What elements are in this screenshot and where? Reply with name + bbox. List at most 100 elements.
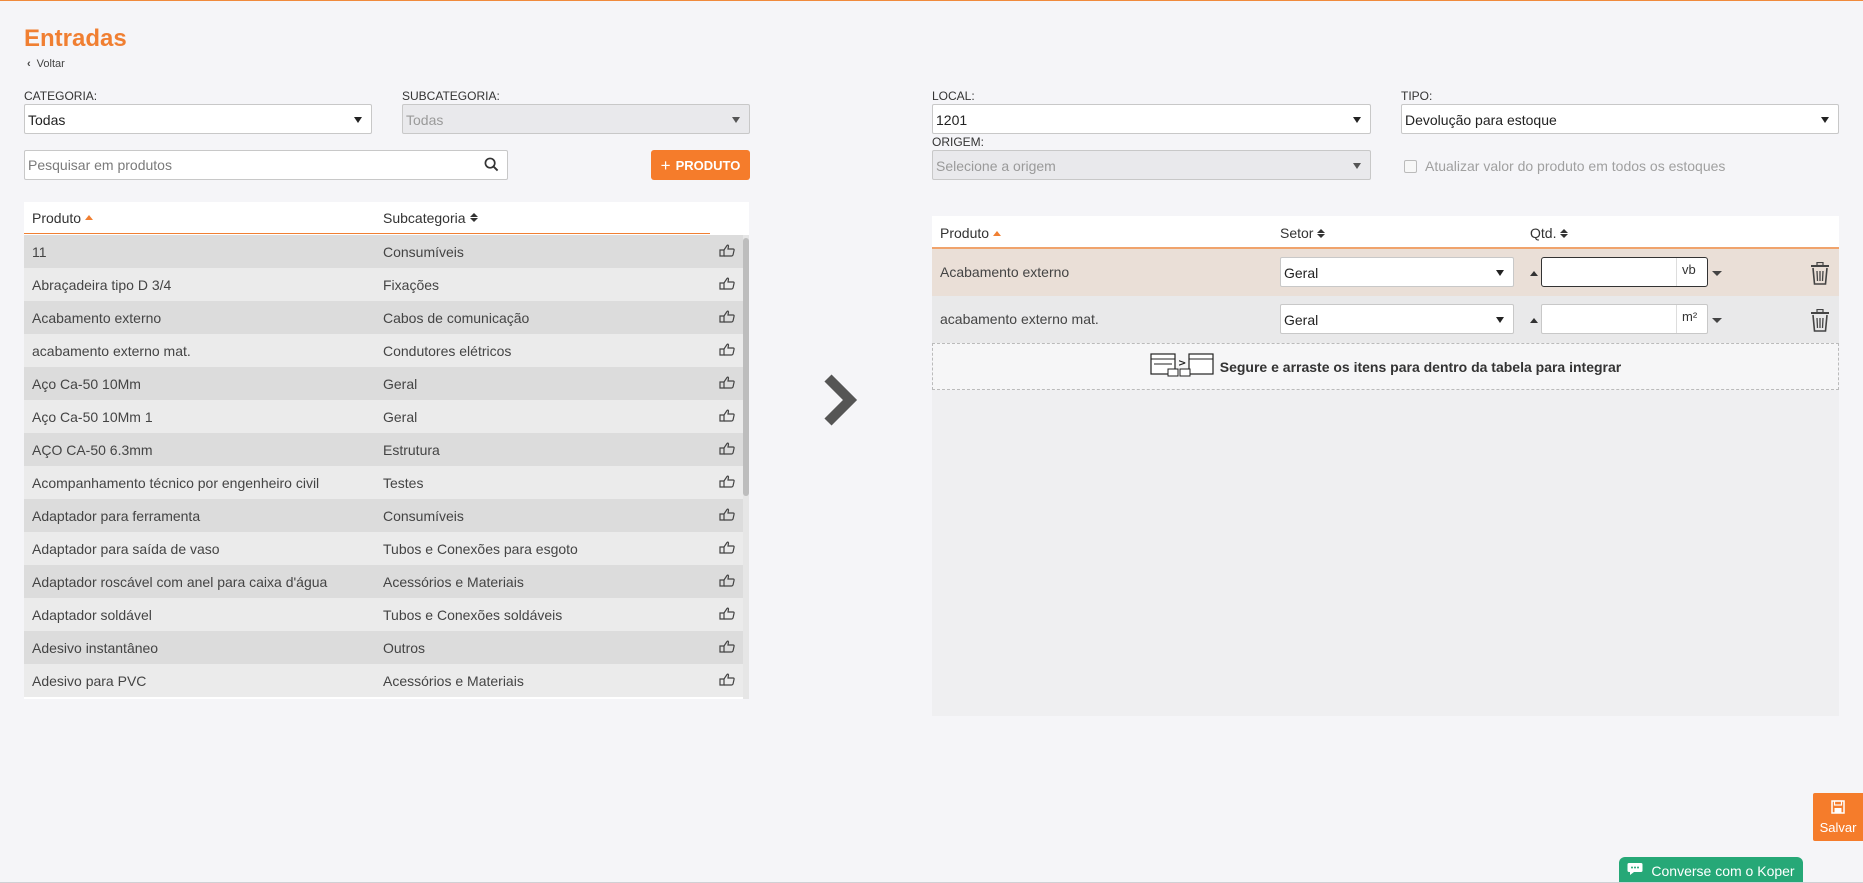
- quantity-input[interactable]: [1542, 305, 1676, 333]
- header-produto[interactable]: Produto: [24, 210, 383, 226]
- entry-row[interactable]: acabamento externo mat. Geral m²: [932, 296, 1839, 343]
- product-subcategory: Cabos de comunicação: [383, 309, 530, 326]
- trash-icon[interactable]: [1809, 308, 1831, 336]
- chat-button[interactable]: Converse com o Koper: [1619, 857, 1803, 883]
- drag-drop-icon: >: [1150, 352, 1214, 381]
- hand-pointer-icon[interactable]: [719, 673, 735, 689]
- categoria-select[interactable]: Todas: [24, 104, 372, 134]
- table-row[interactable]: Adaptador roscável com anel para caixa d…: [24, 565, 743, 598]
- setor-select[interactable]: Geral: [1280, 257, 1514, 287]
- setor-select[interactable]: Geral: [1280, 304, 1514, 334]
- chat-icon: [1627, 862, 1643, 879]
- local-select[interactable]: 1201: [932, 104, 1371, 134]
- quantity-field[interactable]: m²: [1541, 304, 1708, 334]
- update-all-checkbox[interactable]: [1404, 159, 1417, 173]
- entry-product-name: Acabamento externo: [940, 264, 1070, 280]
- unit-dropdown-icon[interactable]: [1712, 318, 1722, 323]
- table-row[interactable]: AÇO CA-50 6.3mm Estrutura: [24, 433, 743, 466]
- product-subcategory: Consumíveis: [383, 243, 464, 260]
- hand-pointer-icon[interactable]: [719, 640, 735, 656]
- product-name: Adaptador roscável com anel para caixa d…: [32, 573, 328, 590]
- caret-down-icon: [1353, 117, 1361, 123]
- table-row[interactable]: Aço Ca-50 10Mm 1 Geral: [24, 400, 743, 433]
- add-product-label: PRODUTO: [675, 157, 741, 173]
- hand-pointer-icon[interactable]: [719, 376, 735, 392]
- table-row[interactable]: acabamento externo mat. Condutores elétri…: [24, 334, 743, 367]
- hand-pointer-icon[interactable]: [719, 409, 735, 425]
- hand-pointer-icon[interactable]: [719, 508, 735, 524]
- chat-label: Converse com o Koper: [1651, 862, 1795, 879]
- hand-pointer-icon[interactable]: [719, 541, 735, 557]
- header-produto-label: Produto: [32, 209, 82, 226]
- subcategoria-label: SUBCATEGORIA:: [402, 89, 500, 103]
- table-row[interactable]: Acompanhamento técnico por engenheiro ci…: [24, 466, 743, 499]
- origem-select[interactable]: Selecione a origem: [932, 150, 1371, 180]
- hand-pointer-icon[interactable]: [719, 310, 735, 326]
- hand-pointer-icon[interactable]: [719, 574, 735, 590]
- product-subcategory: Geral: [383, 375, 418, 392]
- product-subcategory: Tubos e Conexões para esgoto: [383, 540, 578, 557]
- table-row[interactable]: Abraçadeira tipo D 3/4 Fixações: [24, 268, 743, 301]
- hand-pointer-icon[interactable]: [719, 442, 735, 458]
- table-row[interactable]: Aço Ca-50 10Mm Geral: [24, 367, 743, 400]
- local-value: 1201: [936, 112, 968, 128]
- header-subcategoria-label: Subcategoria: [383, 209, 466, 226]
- table-row[interactable]: Adesivo instantâneo Outros: [24, 631, 743, 664]
- header-qtd-label: Qtd.: [1530, 225, 1557, 241]
- caret-down-icon: [354, 117, 362, 123]
- product-subcategory: Condutores elétricos: [383, 342, 512, 359]
- header-entry-produto-label: Produto: [940, 225, 990, 241]
- sort-icon: [1560, 228, 1569, 238]
- header-qtd[interactable]: Qtd.: [1530, 225, 1569, 241]
- product-subcategory: Fixações: [383, 276, 440, 293]
- increment-icon[interactable]: [1530, 318, 1538, 323]
- product-search[interactable]: [24, 150, 508, 180]
- drop-zone[interactable]: > Segure e arraste os itens para dentro …: [932, 343, 1839, 390]
- hand-pointer-icon[interactable]: [719, 607, 735, 623]
- increment-icon[interactable]: [1530, 271, 1538, 276]
- table-row[interactable]: Adaptador para saída de vaso Tubos e Cone…: [24, 532, 743, 565]
- table-row[interactable]: Adesivo para PVC Acessórios e Materiais: [24, 664, 743, 697]
- update-all-label: Atualizar valor do produto em todos os e…: [1425, 158, 1726, 174]
- entry-row[interactable]: Acabamento externo Geral vb: [932, 249, 1839, 296]
- unit-dropdown-icon[interactable]: [1712, 271, 1722, 276]
- back-label: Voltar: [36, 58, 65, 70]
- origem-placeholder: Selecione a origem: [936, 158, 1056, 174]
- table-row[interactable]: Adaptador para ferramenta Consumíveis: [24, 499, 743, 532]
- header-subcategoria[interactable]: Subcategoria: [383, 210, 478, 226]
- tipo-select[interactable]: Devolução para estoque: [1401, 104, 1839, 134]
- product-name: 11: [32, 243, 47, 260]
- hand-pointer-icon[interactable]: [719, 475, 735, 491]
- table-row[interactable]: Adaptador soldável Tubos e Conexões soldá…: [24, 598, 743, 631]
- search-input[interactable]: [25, 151, 465, 179]
- product-name: Acompanhamento técnico por engenheiro ci…: [32, 474, 320, 491]
- page-title: Entradas: [24, 25, 127, 52]
- header-setor[interactable]: Setor: [1280, 225, 1326, 241]
- quantity-input[interactable]: [1542, 258, 1676, 286]
- caret-down-icon: [1821, 117, 1829, 123]
- save-button[interactable]: Salvar: [1813, 793, 1863, 841]
- add-product-button[interactable]: + PRODUTO: [651, 150, 750, 180]
- header-entry-produto[interactable]: Produto: [940, 225, 1002, 241]
- back-link[interactable]: ‹ Voltar: [27, 58, 65, 70]
- quantity-field[interactable]: vb: [1541, 257, 1708, 287]
- table-row[interactable]: Acabamento externo Cabos de comunicação: [24, 301, 743, 334]
- product-table: Produto Subcategoria 11 Consumíveis Abraça…: [24, 202, 749, 699]
- setor-value: Geral: [1284, 265, 1319, 281]
- entry-table: Produto Setor Qtd. Acabamento externo Ge…: [932, 216, 1839, 716]
- trash-icon[interactable]: [1809, 261, 1831, 289]
- table-row[interactable]: 11 Consumíveis: [24, 235, 743, 268]
- subcategoria-select[interactable]: Todas: [402, 104, 750, 134]
- scrollbar-thumb[interactable]: [743, 238, 749, 496]
- update-all-option[interactable]: Atualizar valor do produto em todos os e…: [1404, 158, 1725, 174]
- hand-pointer-icon[interactable]: [719, 343, 735, 359]
- caret-down-icon: [1496, 317, 1504, 323]
- hand-pointer-icon[interactable]: [719, 244, 735, 260]
- entry-product-name: acabamento externo mat.: [940, 311, 1099, 327]
- product-table-body: 11 Consumíveis Abraçadeira tipo D 3/4 Fixaç…: [24, 235, 743, 697]
- scrollbar[interactable]: [743, 235, 749, 699]
- caret-down-icon: [1496, 270, 1504, 276]
- hand-pointer-icon[interactable]: [719, 277, 735, 293]
- search-icon[interactable]: [484, 157, 499, 177]
- plus-icon: +: [660, 155, 671, 175]
